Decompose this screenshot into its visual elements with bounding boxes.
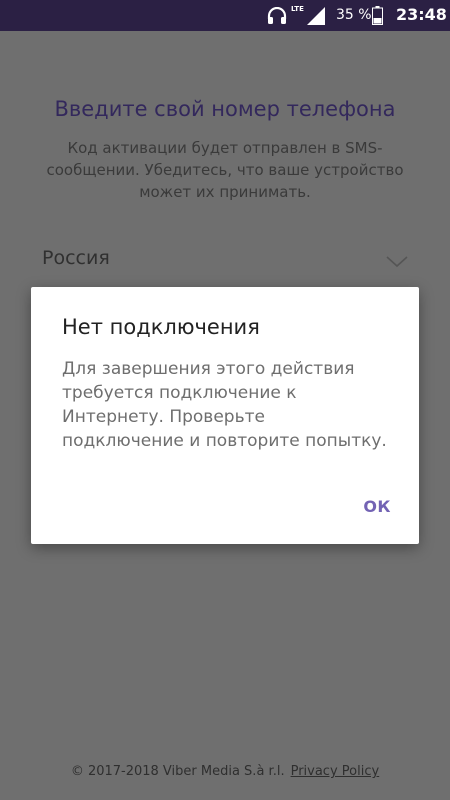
- headset-icon: [267, 6, 287, 29]
- battery-percent: 35 %: [336, 7, 372, 23]
- footer-copyright: © 2017-2018 Viber Media S.à r.l.: [70, 764, 285, 779]
- footer: © 2017-2018 Viber Media S.à r.l. Privacy …: [0, 764, 450, 779]
- status-bar: LTE 35 % 23:48: [0, 0, 450, 31]
- dialog-message: Для завершения этого действия требуется …: [62, 359, 387, 451]
- ok-button[interactable]: ОК: [363, 497, 391, 516]
- chevron-down-icon: [386, 253, 408, 272]
- network-type: LTE: [291, 5, 304, 13]
- no-connection-dialog: Нет подключения Для завершения этого дей…: [31, 287, 419, 544]
- country-label: Россия: [42, 247, 110, 269]
- dialog-title: Нет подключения: [62, 315, 260, 339]
- privacy-policy-link[interactable]: Privacy Policy: [291, 764, 380, 779]
- signal-icon: [307, 7, 325, 29]
- battery-icon: [372, 6, 383, 29]
- screen-title: Введите свой номер телефона: [54, 97, 396, 121]
- screen-subtitle: Код активации будет отправлен в SMS-сооб…: [46, 139, 404, 201]
- clock: 23:48: [396, 5, 447, 24]
- country-selector[interactable]: Россия: [42, 247, 412, 277]
